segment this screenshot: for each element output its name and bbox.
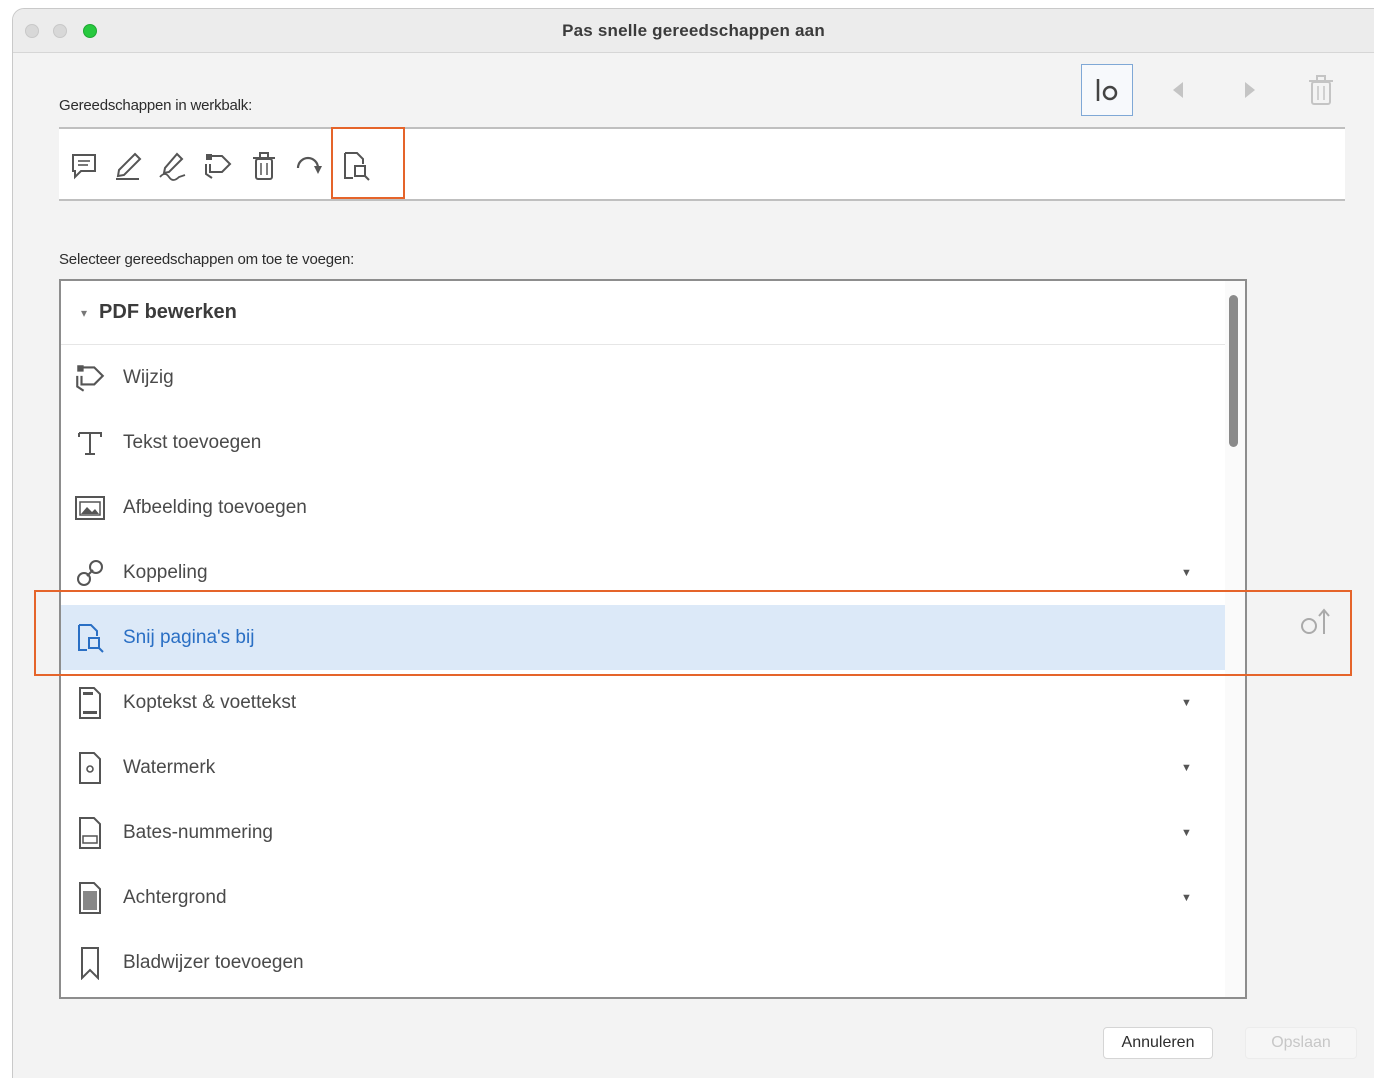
edit-pdf-icon	[205, 154, 232, 179]
submenu-chevron-icon[interactable]: ▼	[1181, 762, 1192, 774]
list-item-label: Koppeling	[123, 561, 208, 583]
list-item-label: Afbeelding toevoegen	[123, 496, 307, 518]
group-title: PDF bewerken	[99, 301, 237, 323]
submenu-chevron-icon[interactable]: ▼	[1181, 567, 1192, 579]
bookmark-icon	[73, 945, 107, 981]
list-item-watermerk[interactable]: Watermerk ▼	[61, 735, 1225, 800]
watermark-icon	[73, 750, 107, 786]
list-item-afbeelding-toevoegen[interactable]: Afbeelding toevoegen	[61, 475, 1225, 540]
text-icon	[73, 425, 107, 461]
move-left-button[interactable]	[1153, 64, 1205, 116]
add-separator-button[interactable]	[1081, 64, 1133, 116]
submenu-chevron-icon[interactable]: ▼	[1181, 697, 1192, 709]
image-icon	[73, 490, 107, 526]
list-item-label: Bates-nummering	[123, 821, 273, 843]
toolbar-tool-highlight[interactable]	[111, 149, 145, 183]
list-item-wijzig[interactable]: Wijzig	[61, 345, 1225, 410]
toolbar-tool-rotate[interactable]	[291, 149, 325, 183]
highlighter-pen-icon	[116, 152, 142, 180]
trash-icon	[253, 152, 275, 180]
title-bar: Pas snelle gereedschappen aan	[13, 9, 1374, 53]
sign-pen-icon	[159, 152, 186, 181]
toolbar-tool-comment[interactable]	[67, 149, 101, 183]
scrollbar-thumb[interactable]	[1229, 295, 1238, 447]
list-item-label: Bladwijzer toevoegen	[123, 951, 304, 973]
move-right-button[interactable]	[1223, 64, 1275, 116]
link-icon	[73, 555, 107, 591]
list-item-bates-nummering[interactable]: Bates-nummering ▼	[61, 800, 1225, 865]
background-icon	[73, 880, 107, 916]
submenu-chevron-icon[interactable]: ▼	[1181, 827, 1192, 839]
list-item-label: Watermerk	[123, 756, 216, 778]
toolbar-tool-edit[interactable]	[201, 149, 235, 183]
remove-tool-button[interactable]	[1295, 64, 1347, 116]
move-left-icon	[1173, 82, 1183, 98]
selected-row-highlight	[34, 590, 1352, 676]
list-item-tekst-toevoegen[interactable]: Tekst toevoegen	[61, 410, 1225, 475]
list-item-label: Koptekst & voettekst	[123, 691, 297, 713]
list-item-bladwijzer-toevoegen[interactable]: Bladwijzer toevoegen	[61, 930, 1225, 995]
list-item-achtergrond[interactable]: Achtergrond ▼	[61, 865, 1225, 930]
toolbar-added-tool-highlight	[331, 127, 405, 199]
trash-icon	[1309, 75, 1333, 105]
submenu-chevron-icon[interactable]: ▼	[1181, 892, 1192, 904]
select-tools-label: Selecteer gereedschappen om toe te voege…	[59, 251, 355, 268]
bates-icon	[73, 815, 107, 851]
comment-icon	[72, 154, 96, 180]
dialog-window: Pas snelle gereedschappen aan Gereedscha…	[12, 8, 1374, 1078]
header-footer-icon	[73, 685, 107, 721]
rotate-icon	[296, 156, 322, 174]
add-to-toolbar-button[interactable]	[1297, 604, 1337, 640]
add-to-toolbar-icon	[1301, 608, 1330, 634]
separator-icon	[1096, 79, 1118, 101]
cancel-button[interactable]: Annuleren	[1103, 1027, 1213, 1059]
save-button[interactable]: Opslaan	[1245, 1027, 1357, 1059]
list-item-label: Tekst toevoegen	[123, 431, 262, 453]
window-title: Pas snelle gereedschappen aan	[562, 21, 825, 40]
collapse-caret-icon: ▾	[81, 305, 88, 320]
move-right-icon	[1245, 82, 1255, 98]
list-item-koptekst-voettekst[interactable]: Koptekst & voettekst ▼	[61, 670, 1225, 735]
list-item-label: Wijzig	[123, 366, 174, 388]
toolbar-tools-strip	[59, 127, 1345, 201]
group-header-pdf-bewerken[interactable]: ▾ PDF bewerken	[61, 281, 1225, 345]
toolbar-tool-delete[interactable]	[247, 149, 281, 183]
list-item-label: Achtergrond	[123, 886, 227, 908]
edit-pdf-icon	[73, 360, 107, 396]
toolbar-tool-sign[interactable]	[155, 149, 189, 183]
toolbar-tools-label: Gereedschappen in werkbalk:	[59, 97, 253, 114]
